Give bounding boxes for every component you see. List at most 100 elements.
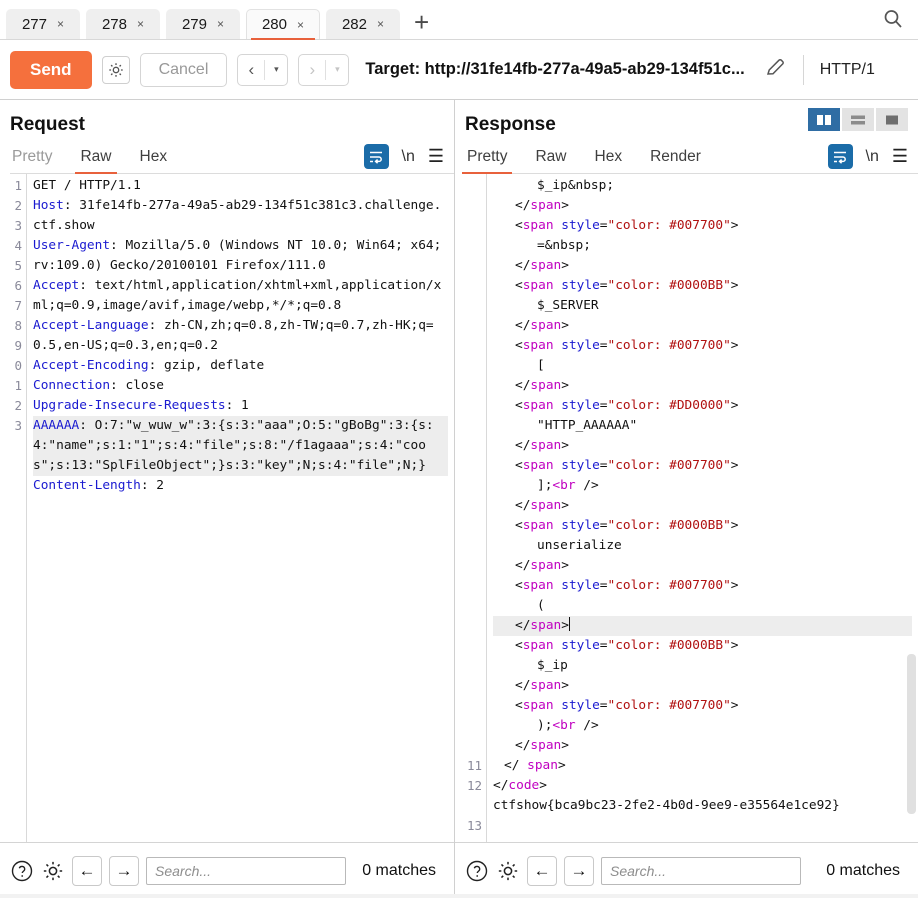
code-token: ctfshow{bca9bc23-2fe2-4b0d-9ee9-e35564e1…	[493, 798, 840, 813]
header-name: Accept	[33, 278, 80, 293]
code-token: "color: #007700"	[607, 338, 731, 353]
search-icon[interactable]	[882, 8, 904, 30]
code-token: "color: #0000BB"	[607, 518, 731, 533]
response-status-bar: ← → 0 matches	[455, 842, 918, 898]
newline-toggle[interactable]: \n	[402, 148, 415, 166]
close-icon[interactable]: ×	[57, 18, 64, 30]
code-token: >	[730, 458, 739, 473]
hamburger-icon[interactable]: ☰	[428, 146, 444, 167]
code-line: ctfshow{bca9bc23-2fe2-4b0d-9ee9-e35564e1…	[493, 796, 912, 816]
code-token: </	[515, 318, 531, 333]
arrow-left-icon[interactable]: ←	[72, 855, 102, 886]
line-number	[455, 476, 482, 496]
code-line: <span style="color: #DD0000">	[493, 396, 912, 416]
line-number: 3	[14, 218, 22, 233]
search-input[interactable]	[146, 856, 346, 885]
line-number: 4	[14, 238, 22, 253]
single-layout-icon[interactable]	[876, 108, 908, 131]
newline-toggle[interactable]: \n	[866, 148, 879, 166]
tab-raw[interactable]: Raw	[533, 146, 568, 173]
code-token: $_ip&nbsp;	[537, 178, 615, 193]
code-line: ];<br />	[493, 476, 912, 496]
hamburger-icon[interactable]: ☰	[892, 146, 908, 167]
rows-layout-icon[interactable]	[842, 108, 874, 131]
session-tab[interactable]: 278 ×	[86, 9, 160, 39]
response-code[interactable]: $_ip&nbsp; </span> <span style="color: #00…	[487, 174, 918, 842]
code-line: Accept-Encoding: gzip, deflate	[33, 356, 448, 376]
arrow-right-icon[interactable]: →	[564, 855, 594, 886]
code-line: );<br />	[493, 716, 912, 736]
code-line: <span style="color: #0000BB">	[493, 636, 912, 656]
header-name: Host	[33, 198, 64, 213]
response-viewer[interactable]: 11 12 13 $_ip&nbsp; </span> <span style="co…	[455, 174, 918, 842]
code-token: </	[515, 198, 531, 213]
line-number: 3	[14, 418, 22, 433]
close-icon[interactable]: ×	[217, 18, 224, 30]
code-token: span	[522, 338, 554, 353]
code-token: >	[730, 578, 739, 593]
code-token: =	[599, 518, 608, 533]
arrow-left-icon[interactable]: ←	[527, 855, 557, 886]
code-line: <span style="color: #0000BB">	[493, 516, 912, 536]
request-title: Request	[10, 114, 85, 135]
code-line: <span style="color: #007700">	[493, 456, 912, 476]
code-token: style	[553, 218, 600, 233]
tab-pretty[interactable]: Pretty	[461, 146, 514, 174]
session-tab[interactable]: 277 ×	[6, 9, 80, 39]
gear-icon[interactable]	[496, 859, 520, 883]
response-subtab-list: Pretty Raw Hex Render	[461, 146, 703, 174]
code-line: User-Agent: Mozilla/5.0 (Windows NT 10.0…	[33, 236, 448, 276]
new-tab-button[interactable]: +	[406, 9, 437, 39]
request-pane-header: Request Pretty Raw Hex \n ☰	[0, 100, 454, 174]
code-token: =&nbsp;	[537, 238, 591, 253]
tab-raw[interactable]: Raw	[75, 146, 117, 174]
word-wrap-icon[interactable]	[827, 144, 853, 169]
session-tab[interactable]: 280 ×	[246, 9, 320, 40]
line-number	[455, 336, 482, 356]
next-request-button[interactable]: › ▾	[298, 53, 350, 86]
columns-layout-icon[interactable]	[808, 108, 840, 131]
word-wrap-icon[interactable]	[363, 144, 389, 169]
code-token: =	[599, 278, 608, 293]
request-response-panes: Request Pretty Raw Hex \n ☰ 1 2 3 4 5 6 7 8 9 0 1 2 3 …	[0, 100, 918, 898]
code-token: <br	[552, 718, 576, 733]
header-name: Connection	[33, 378, 111, 393]
search-input[interactable]	[601, 856, 801, 885]
code-token: >	[561, 258, 569, 273]
request-editor[interactable]: 1 2 3 4 5 6 7 8 9 0 1 2 3 GET / HTTP/1.1 Host: 31fe14…	[0, 174, 454, 842]
code-line: =&nbsp;	[493, 236, 912, 256]
tab-render[interactable]: Render	[648, 146, 703, 173]
code-line: </span>	[493, 316, 912, 336]
arrow-right-icon[interactable]: →	[109, 855, 139, 886]
close-icon[interactable]: ×	[297, 19, 304, 31]
previous-request-button[interactable]: ‹ ▾	[237, 53, 289, 86]
code-line: </ span>	[493, 756, 912, 776]
line-number: 6	[14, 278, 22, 293]
pencil-icon[interactable]	[763, 55, 787, 84]
code-token: "color: #007700"	[607, 458, 731, 473]
close-icon[interactable]: ×	[377, 18, 384, 30]
line-number	[455, 216, 482, 236]
session-tab[interactable]: 282 ×	[326, 9, 400, 39]
code-token: >	[730, 398, 739, 413]
help-icon[interactable]	[10, 859, 34, 883]
request-code[interactable]: GET / HTTP/1.1 Host: 31fe14fb-277a-49a5-a…	[27, 174, 454, 842]
code-token: =	[599, 218, 608, 233]
tab-hex[interactable]: Hex	[138, 146, 170, 173]
code-token: );	[537, 718, 553, 733]
code-token: =	[599, 458, 608, 473]
help-icon[interactable]	[465, 859, 489, 883]
cancel-button[interactable]: Cancel	[139, 52, 228, 87]
header-value: : 31fe14fb-277a-49a5-ab29-134f51c381c3.c…	[33, 198, 442, 233]
tab-hex[interactable]: Hex	[593, 146, 625, 173]
code-token: [	[537, 358, 545, 373]
line-number	[455, 696, 482, 716]
header-name: Content-Length	[33, 478, 141, 493]
send-button[interactable]: Send	[10, 50, 92, 89]
close-icon[interactable]: ×	[137, 18, 144, 30]
response-scrollbar-thumb[interactable]	[907, 654, 916, 814]
gear-icon[interactable]	[41, 859, 65, 883]
session-tab[interactable]: 279 ×	[166, 9, 240, 39]
gear-icon[interactable]	[101, 55, 130, 84]
tab-pretty[interactable]: Pretty	[10, 146, 54, 173]
